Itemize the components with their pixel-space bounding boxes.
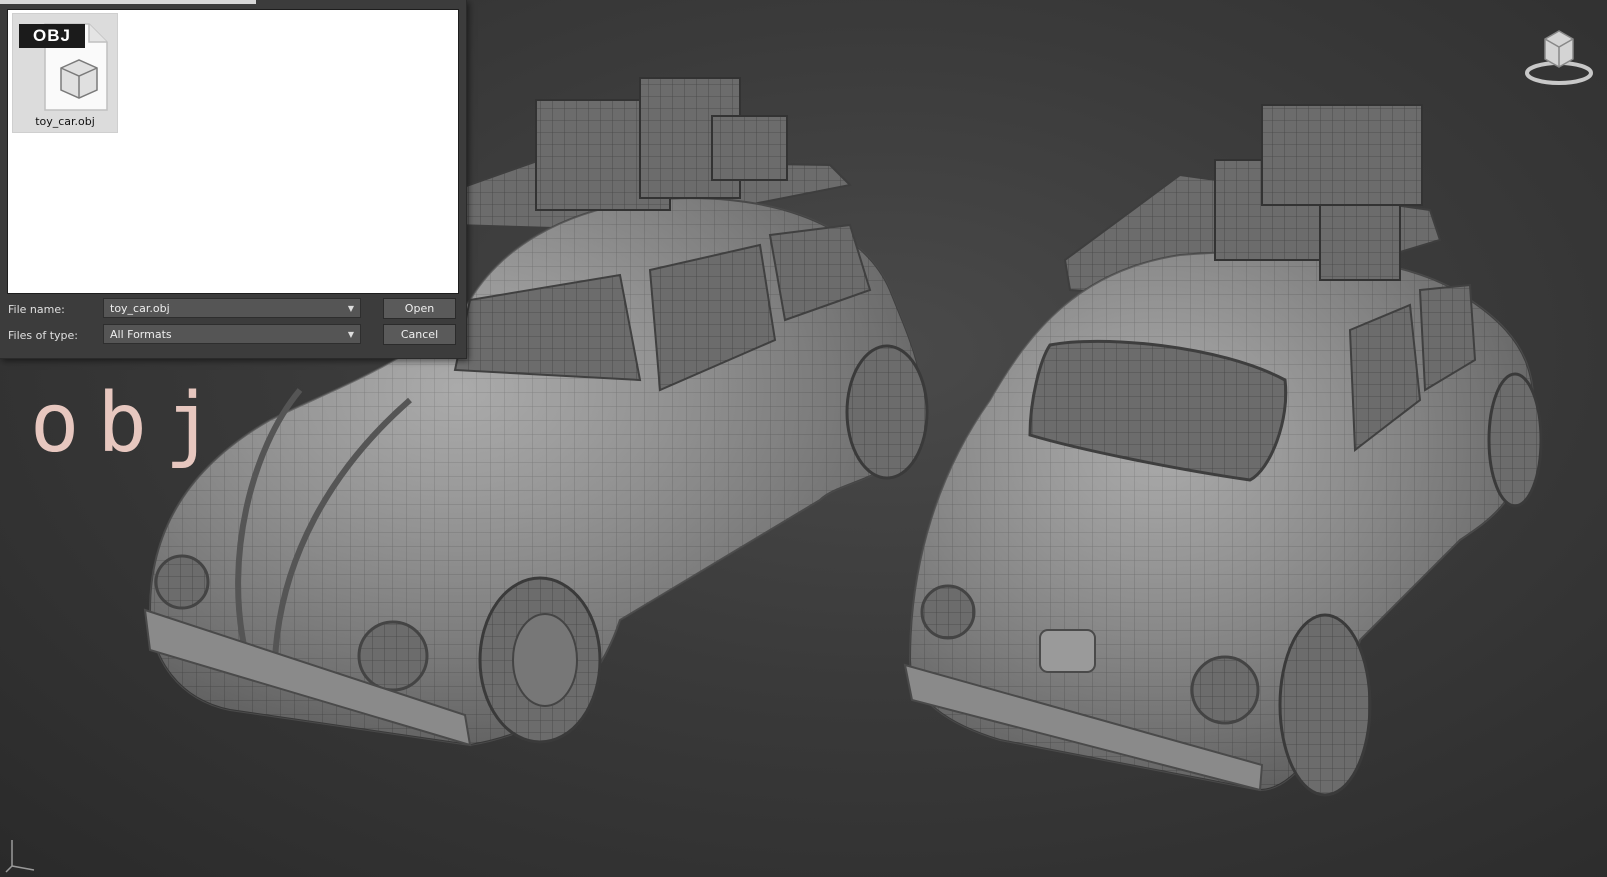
chevron-down-icon[interactable]: ▼ <box>348 299 354 319</box>
file-name-combo[interactable]: toy_car.obj ▼ <box>103 298 361 318</box>
files-of-type-combo[interactable]: All Formats ▼ <box>103 324 361 344</box>
open-button[interactable]: Open <box>383 298 456 319</box>
file-item-toy-car[interactable]: OBJ toy_car.obj <box>12 13 118 133</box>
chevron-down-icon[interactable]: ▼ <box>348 325 354 345</box>
files-of-type-label: Files of type: <box>8 329 79 342</box>
car-model-right[interactable] <box>903 104 1543 797</box>
file-type-badge: OBJ <box>19 24 85 48</box>
file-name-value: toy_car.obj <box>110 302 170 315</box>
dialog-title-strip <box>0 0 256 4</box>
cancel-button[interactable]: Cancel <box>383 324 456 345</box>
axis-tripod-icon <box>4 836 38 874</box>
file-item-name: toy_car.obj <box>35 115 95 128</box>
open-file-dialog[interactable]: OBJ toy_car.obj File name: toy_car.obj ▼… <box>0 0 467 359</box>
file-list-pane[interactable]: OBJ toy_car.obj <box>7 9 459 294</box>
files-of-type-value: All Formats <box>110 328 172 341</box>
viewcube-icon[interactable] <box>1523 25 1595 89</box>
format-overlay-text: obj <box>30 376 233 471</box>
file-name-label: File name: <box>8 303 65 316</box>
